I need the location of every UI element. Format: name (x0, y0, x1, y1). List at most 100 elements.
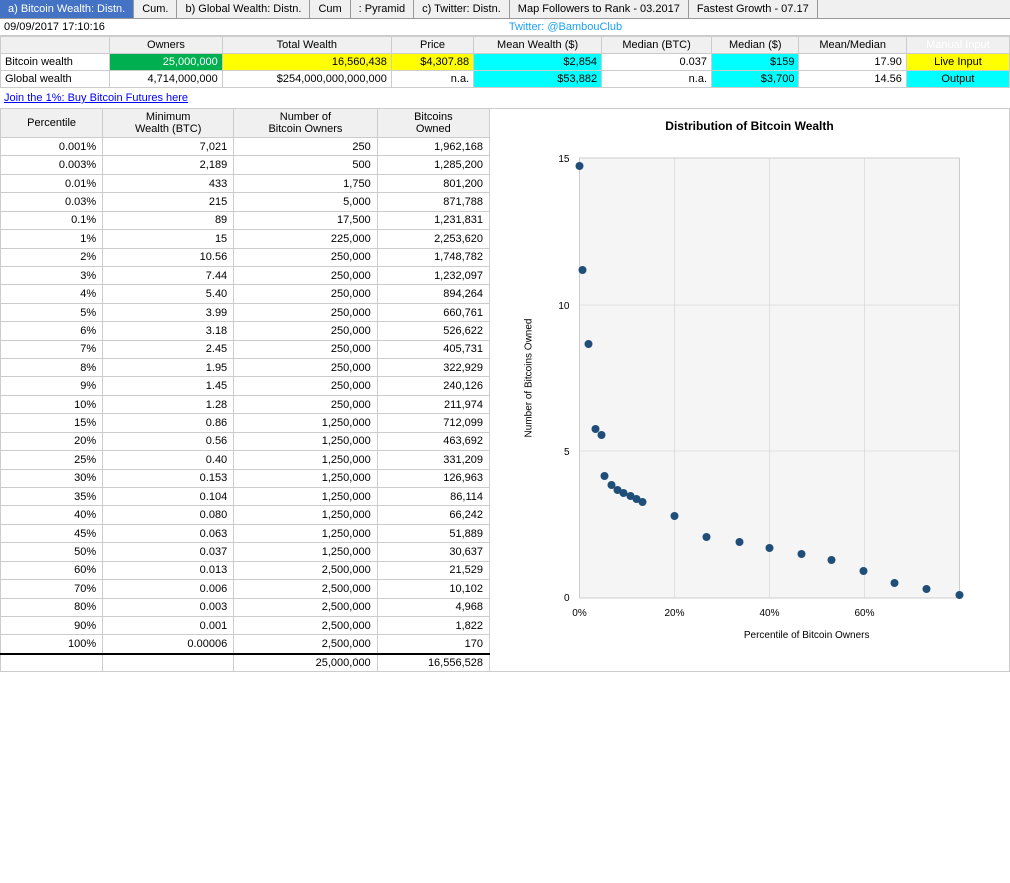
svg-text:15: 15 (558, 154, 570, 165)
tab-fastest-growth[interactable]: Fastest Growth - 07.17 (689, 0, 818, 18)
table-cell: 0.003% (1, 156, 103, 174)
table-cell: 0.56 (103, 432, 234, 450)
table-cell: 250,000 (234, 248, 378, 266)
table-cell: 0.001% (1, 138, 103, 156)
table-cell: 2% (1, 248, 103, 266)
chart-point (598, 431, 606, 439)
table-cell: 2,500,000 (234, 598, 378, 616)
col-owners: Owners (110, 37, 223, 54)
global-median-usd: $3,700 (712, 71, 799, 88)
col-mean-median: Mean/Median (799, 37, 906, 54)
tab-global-wealth[interactable]: b) Global Wealth: Distn. (177, 0, 310, 18)
table-cell: 7,021 (103, 138, 234, 156)
table-cell: 0.080 (103, 506, 234, 524)
bitcoin-owners: 25,000,000 (110, 54, 223, 71)
table-cell: 2,500,000 (234, 635, 378, 654)
svg-text:5: 5 (564, 447, 570, 458)
chart-point (601, 472, 609, 480)
th-min-wealth: MinimumWealth (BTC) (103, 109, 234, 138)
table-cell: 4% (1, 285, 103, 303)
table-cell: 1,232,097 (377, 266, 489, 284)
chart-point (923, 585, 931, 593)
content-area: Percentile MinimumWealth (BTC) Number of… (0, 108, 1010, 672)
chart-point (576, 162, 584, 170)
table-cell: 0.00006 (103, 635, 234, 654)
table-row: 45%0.0631,250,00051,889 (1, 524, 490, 542)
svg-text:20%: 20% (664, 608, 684, 619)
table-cell: 30,637 (377, 543, 489, 561)
table-cell: 0.86 (103, 414, 234, 432)
svg-text:40%: 40% (759, 608, 779, 619)
table-row: 2%10.56250,0001,748,782 (1, 248, 490, 266)
table-cell: 10% (1, 395, 103, 413)
tab-map[interactable]: Map Followers to Rank - 03.2017 (510, 0, 689, 18)
table-cell: 80% (1, 598, 103, 616)
th-percentile: Percentile (1, 109, 103, 138)
table-cell: 7.44 (103, 266, 234, 284)
global-mean-median: 14.56 (799, 71, 906, 88)
chart-point (891, 579, 899, 587)
table-cell: 0.013 (103, 561, 234, 579)
table-cell: 211,974 (377, 395, 489, 413)
tab-cum-1[interactable]: Cum. (134, 0, 177, 18)
table-row: 4%5.40250,000894,264 (1, 285, 490, 303)
table-cell: 0.037 (103, 543, 234, 561)
table-row: 0.01%4331,750801,200 (1, 174, 490, 192)
table-row: 6%3.18250,000526,622 (1, 322, 490, 340)
chart-area: Distribution of Bitcoin Wealth 0 5 10 15… (490, 108, 1010, 672)
table-cell: 4,968 (377, 598, 489, 616)
global-total-wealth: $254,000,000,000,000 (222, 71, 391, 88)
table-cell: 250,000 (234, 322, 378, 340)
table-cell: 10,102 (377, 580, 489, 598)
tab-bitcoin-wealth[interactable]: a) Bitcoin Wealth: Distn. (0, 0, 134, 18)
join-link[interactable]: Join the 1%: Buy Bitcoin Futures here (0, 88, 1010, 108)
table-cell: 250,000 (234, 395, 378, 413)
table-cell: 0.153 (103, 469, 234, 487)
table-cell: 894,264 (377, 285, 489, 303)
table-row: 15%0.861,250,000712,099 (1, 414, 490, 432)
table-cell: 240,126 (377, 377, 489, 395)
table-cell: 225,000 (234, 230, 378, 248)
table-cell: 331,209 (377, 451, 489, 469)
global-median-btc: n.a. (602, 71, 712, 88)
chart-point (798, 550, 806, 558)
table-row: 0.003%2,1895001,285,200 (1, 156, 490, 174)
table-cell: 2,500,000 (234, 561, 378, 579)
table-cell: 1,250,000 (234, 451, 378, 469)
table-cell: 1,250,000 (234, 524, 378, 542)
table-cell: 1.28 (103, 395, 234, 413)
table-cell: 0.40 (103, 451, 234, 469)
table-cell: 2,189 (103, 156, 234, 174)
global-price: n.a. (391, 71, 473, 88)
table-cell: 2,253,620 (377, 230, 489, 248)
tab-twitter[interactable]: c) Twitter: Distn. (414, 0, 510, 18)
table-cell: 86,114 (377, 488, 489, 506)
chart-point (585, 340, 593, 348)
table-row: 9%1.45250,000240,126 (1, 377, 490, 395)
table-row: 40%0.0801,250,00066,242 (1, 506, 490, 524)
table-row: 8%1.95250,000322,929 (1, 359, 490, 377)
table-cell: 9% (1, 377, 103, 395)
table-cell: 1,250,000 (234, 506, 378, 524)
chart-point (828, 556, 836, 564)
table-cell: 250,000 (234, 266, 378, 284)
twitter-link[interactable]: Twitter: @BambouClub (509, 21, 622, 33)
chart-point (639, 498, 647, 506)
table-row: 30%0.1531,250,000126,963 (1, 469, 490, 487)
chart-point (736, 538, 744, 546)
table-cell: 250,000 (234, 285, 378, 303)
chart-point (956, 591, 964, 599)
table-row: 0.1%8917,5001,231,831 (1, 211, 490, 229)
table-cell: 322,929 (377, 359, 489, 377)
total-btc: 16,556,528 (377, 654, 489, 672)
tab-pyramid[interactable]: : Pyramid (351, 0, 414, 18)
header-row: 09/09/2017 17:10:16 Twitter: @BambouClub (0, 19, 1010, 36)
chart-point (766, 544, 774, 552)
th-num-owners: Number ofBitcoin Owners (234, 109, 378, 138)
svg-text:0%: 0% (572, 608, 587, 619)
total-row: 25,000,000 16,556,528 (1, 654, 490, 672)
table-cell: 5,000 (234, 193, 378, 211)
th-btc-owned: BitcoinsOwned (377, 109, 489, 138)
table-cell: 15% (1, 414, 103, 432)
tab-cum-2[interactable]: Cum (310, 0, 350, 18)
